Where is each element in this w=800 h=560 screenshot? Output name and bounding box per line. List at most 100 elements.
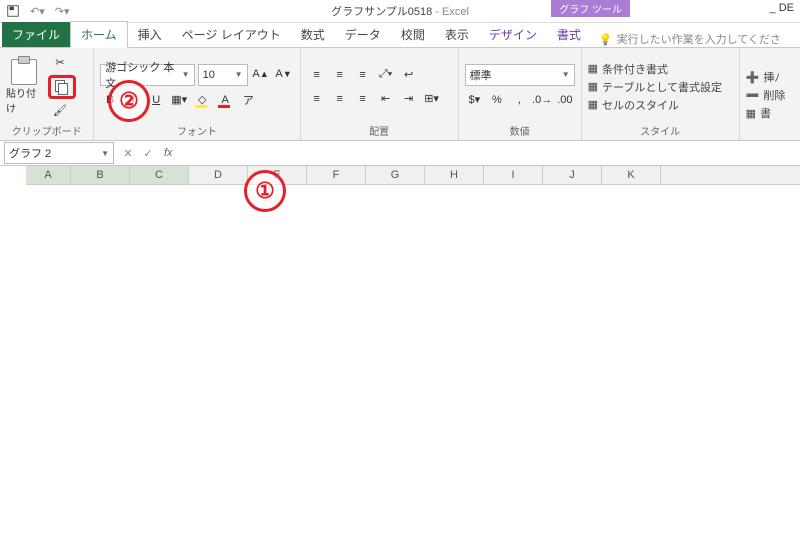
cell-style-label: セルのスタイル: [602, 97, 679, 113]
col-header-F[interactable]: F: [307, 166, 366, 184]
font-family-select[interactable]: 游ゴシック 本文▼: [100, 64, 194, 86]
tab-chart-format[interactable]: 書式: [547, 22, 591, 47]
comma-icon[interactable]: ,: [510, 90, 530, 110]
tab-page-layout[interactable]: ページ レイアウト: [172, 22, 291, 47]
increase-font-icon[interactable]: A▲: [251, 64, 271, 84]
align-top-icon[interactable]: ≡: [307, 65, 327, 85]
fx-icon[interactable]: fx: [164, 147, 173, 159]
align-middle-icon[interactable]: ≡: [330, 65, 350, 85]
align-bottom-icon[interactable]: ≡: [353, 65, 373, 85]
group-label-font: フォント: [100, 121, 293, 138]
tab-review[interactable]: 校閲: [391, 22, 435, 47]
group-label-align: 配置: [307, 121, 452, 138]
tab-file[interactable]: ファイル: [2, 22, 70, 47]
format-as-table-button[interactable]: ▦ テーブルとして書式設定: [588, 79, 722, 95]
percent-icon[interactable]: %: [487, 90, 507, 110]
increase-decimal-icon[interactable]: .0→: [532, 90, 552, 110]
currency-icon[interactable]: $▾: [465, 90, 485, 110]
group-alignment: ≡ ≡ ≡ ⤢▾ ↩ ≡ ≡ ≡ ⇤ ⇥ ⊞▾ 配置: [301, 48, 459, 140]
column-headers[interactable]: ABCDEFGHIJK: [26, 166, 800, 185]
tab-insert[interactable]: 挿入: [128, 22, 172, 47]
delete-cells-button[interactable]: ➖削除: [746, 87, 786, 103]
border-button[interactable]: ▦▾: [169, 90, 189, 110]
orientation-icon[interactable]: ⤢▾: [376, 65, 396, 85]
cell-styles-button[interactable]: ▦ セルのスタイル: [588, 97, 722, 113]
col-header-K[interactable]: K: [602, 166, 661, 184]
decrease-font-icon[interactable]: A▼: [274, 64, 294, 84]
group-font: 游ゴシック 本文▼ 10▼ A▲ A▼ B I U ▦▾ ◇ A ア フォント: [94, 48, 300, 140]
col-header-A[interactable]: A: [26, 166, 71, 184]
fill-color-button[interactable]: ◇: [192, 90, 212, 110]
format-painter-button[interactable]: 🖌: [48, 101, 72, 121]
col-header-G[interactable]: G: [366, 166, 425, 184]
worksheet[interactable]: ABCDEFGHIJK 123456789101112131415161718●…: [0, 166, 800, 185]
font-color-button[interactable]: A: [215, 90, 235, 110]
number-format-select[interactable]: 標準▼: [465, 64, 575, 86]
name-box[interactable]: グラフ 2▼: [4, 142, 114, 164]
cond-format-label: 条件付き書式: [602, 61, 668, 77]
tab-formula[interactable]: 数式: [291, 22, 335, 47]
col-header-E[interactable]: E: [248, 166, 307, 184]
undo-icon[interactable]: ↶▾: [30, 5, 45, 18]
align-right-icon[interactable]: ≡: [353, 89, 373, 109]
col-header-I[interactable]: I: [484, 166, 543, 184]
tell-me[interactable]: 💡 実行したい作業を入力してくださ: [599, 31, 781, 47]
group-clipboard: 貼り付け ✂ 🖌 クリップボード: [0, 48, 94, 140]
copy-icon: [55, 80, 69, 94]
indent-increase-icon[interactable]: ⇥: [399, 89, 419, 109]
cell-style-icon: ▦: [588, 98, 598, 111]
document-title: グラフサンプル0518: [331, 6, 432, 18]
col-header-D[interactable]: D: [189, 166, 248, 184]
formula-bar-row: グラフ 2▼ ✕ ✓ fx: [0, 141, 800, 166]
tell-me-text: 実行したい作業を入力してくださ: [617, 31, 781, 47]
number-format-value: 標準: [470, 67, 492, 83]
copy-button[interactable]: [48, 75, 76, 99]
paste-icon: [11, 59, 37, 85]
col-header-B[interactable]: B: [71, 166, 130, 184]
italic-button[interactable]: I: [123, 90, 143, 110]
table-format-label: テーブルとして書式設定: [602, 79, 722, 95]
tab-view[interactable]: 表示: [435, 22, 479, 47]
group-styles: ▦条件付き書式 ▦ テーブルとして書式設定 ▦ セルのスタイル スタイル: [582, 48, 740, 140]
tab-chart-design[interactable]: デザイン: [479, 22, 547, 47]
cancel-formula-icon[interactable]: ✕: [118, 143, 138, 163]
bold-button[interactable]: B: [100, 90, 120, 110]
redo-icon[interactable]: ↷▾: [55, 5, 70, 18]
paste-label: 貼り付け: [6, 85, 42, 115]
format-cells-button[interactable]: ▦書: [746, 105, 786, 121]
underline-button[interactable]: U: [146, 90, 166, 110]
group-cells: ➕挿ﾉ ➖削除 ▦書: [740, 48, 800, 140]
align-left-icon[interactable]: ≡: [307, 89, 327, 109]
tab-data[interactable]: データ: [335, 22, 391, 47]
ribbon: 貼り付け ✂ 🖌 クリップボード 游ゴシック 本文▼ 10▼ A▲ A▼ B I…: [0, 48, 800, 141]
font-size-select[interactable]: 10▼: [198, 64, 248, 86]
conditional-format-button[interactable]: ▦条件付き書式: [588, 61, 722, 77]
col-header-C[interactable]: C: [130, 166, 189, 184]
wrap-text-button[interactable]: ↩: [399, 65, 419, 85]
insert-icon: ➕: [746, 71, 760, 84]
col-header-H[interactable]: H: [425, 166, 484, 184]
align-center-icon[interactable]: ≡: [330, 89, 350, 109]
indent-decrease-icon[interactable]: ⇤: [376, 89, 396, 109]
merge-button[interactable]: ⊞▾: [422, 89, 442, 109]
insert-cells-button[interactable]: ➕挿ﾉ: [746, 69, 786, 85]
window-suffix: _ DE: [770, 2, 794, 14]
name-box-value: グラフ 2: [9, 145, 51, 161]
contextual-tab-label: グラフ ツール: [551, 0, 630, 17]
enter-formula-icon[interactable]: ✓: [138, 143, 158, 163]
font-family-value: 游ゴシック 本文: [105, 59, 181, 91]
tab-home[interactable]: ホーム: [70, 21, 128, 48]
cut-button[interactable]: ✂: [48, 53, 72, 73]
app-name: Excel: [442, 6, 469, 18]
delete-icon: ➖: [746, 89, 760, 102]
group-label-style: スタイル: [588, 121, 733, 138]
group-number: 標準▼ $▾ % , .0→ .00 数値: [459, 48, 582, 140]
paste-button[interactable]: 貼り付け: [6, 59, 42, 115]
table-icon: ▦: [588, 80, 598, 93]
save-icon[interactable]: [6, 4, 20, 18]
ribbon-tabs: ファイル ホーム 挿入 ページ レイアウト 数式 データ 校閲 表示 デザイン …: [0, 23, 800, 48]
decrease-decimal-icon[interactable]: .00: [555, 90, 575, 110]
bulb-icon: 💡: [599, 33, 613, 46]
col-header-J[interactable]: J: [543, 166, 602, 184]
phonetic-button[interactable]: ア: [238, 90, 258, 110]
